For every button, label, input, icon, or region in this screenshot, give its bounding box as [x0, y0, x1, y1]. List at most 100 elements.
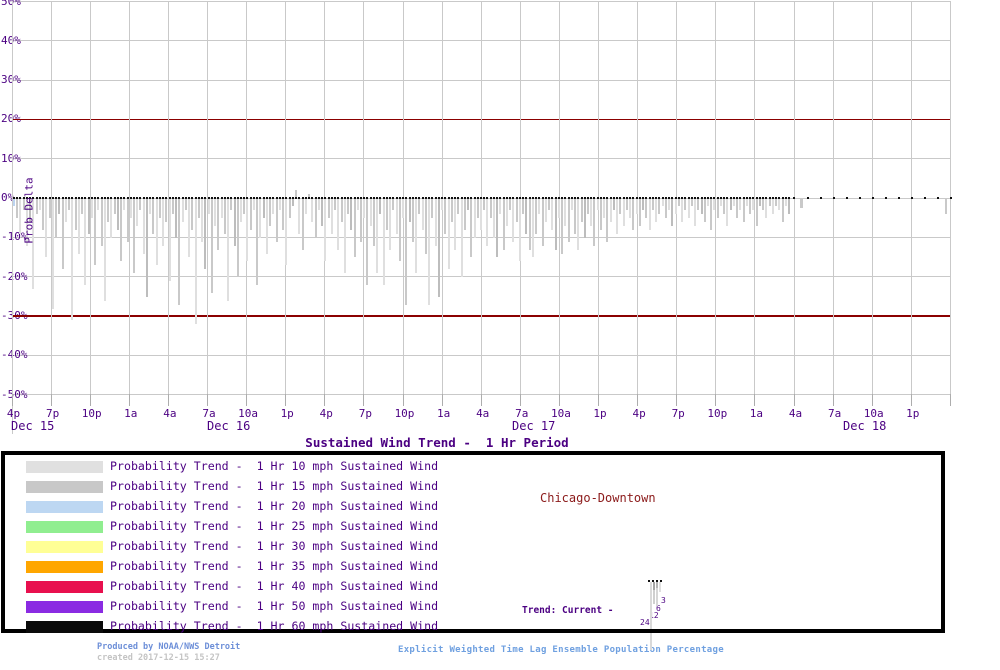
x-tick-label: 10p	[81, 407, 102, 420]
zero-line-dash	[788, 196, 791, 199]
zero-line-dash	[655, 196, 658, 199]
footer-produced-by: Produced by NOAA/NWS Detroit	[97, 642, 241, 652]
zero-line-dash	[84, 196, 87, 199]
zero-line-dash	[479, 196, 482, 199]
zero-line-dash	[220, 196, 223, 199]
zero-line-dash	[512, 196, 515, 199]
zero-line-dash	[285, 196, 288, 199]
zero-line-dash	[411, 196, 414, 199]
x-tick-mark	[949, 394, 951, 406]
zero-line-dash	[51, 196, 54, 199]
zero-line-dash	[437, 196, 440, 199]
prob-delta-bar	[587, 198, 589, 215]
zero-line-dash	[496, 196, 499, 199]
zero-line-dash	[278, 196, 281, 199]
zero-line-dash	[107, 196, 110, 199]
prob-delta-bar	[207, 198, 210, 215]
prob-delta-bar	[616, 198, 619, 234]
zero-line-dash	[236, 196, 239, 199]
x-date-label: Dec 16	[207, 419, 251, 433]
zero-line-dash	[758, 196, 761, 199]
legend-swatch	[26, 481, 103, 493]
zero-line-dash	[265, 196, 268, 199]
zero-line-dash	[340, 196, 343, 199]
prob-delta-bar	[314, 198, 317, 238]
prob-delta-bar	[583, 198, 586, 238]
legend-swatch	[26, 601, 103, 613]
prob-delta-bar	[567, 198, 570, 242]
prob-delta-bar	[729, 198, 732, 211]
prob-delta-bar	[739, 198, 742, 211]
prob-delta-bar	[603, 198, 606, 219]
prob-delta-bar	[765, 198, 768, 219]
y-axis-label: Prob Delta	[22, 177, 36, 244]
prob-delta-bar	[223, 198, 226, 234]
zero-line-dash	[395, 196, 398, 199]
prob-delta-bar	[16, 198, 19, 219]
chart-title: Sustained Wind Trend - 1 Hr Period	[305, 435, 569, 450]
zero-line-dash	[372, 196, 375, 199]
prob-delta-bar	[752, 198, 755, 211]
prob-delta-bar	[551, 198, 554, 230]
zero-line-dash	[593, 196, 596, 199]
prob-delta-bar	[210, 198, 213, 293]
zero-line-dash	[152, 196, 155, 199]
x-tick-mark	[910, 394, 912, 406]
zero-line-dash	[42, 196, 45, 199]
zero-line-dash	[661, 196, 664, 199]
prob-delta-bar	[48, 198, 51, 219]
x-tick-mark	[715, 394, 717, 406]
prob-delta-bar	[113, 198, 116, 215]
x-tick-label: 10p	[394, 407, 415, 420]
zero-line-dash	[214, 196, 217, 199]
zero-line-dash	[923, 196, 926, 199]
prob-delta-bar	[531, 198, 534, 258]
x-tick-label: 4a	[788, 407, 803, 420]
prob-delta-bar	[392, 198, 395, 211]
prob-delta-bar	[275, 198, 278, 242]
zero-line-dash	[100, 196, 103, 199]
prob-delta-bar	[518, 198, 521, 262]
zero-line-dash	[531, 196, 534, 199]
prob-delta-bar	[470, 198, 473, 258]
prob-delta-bar	[655, 198, 658, 223]
zero-line-dash	[548, 196, 551, 199]
zero-line-dash	[171, 196, 174, 199]
zero-line-dash	[664, 196, 667, 199]
prob-delta-bar	[330, 198, 333, 234]
x-date-label: Dec 15	[11, 419, 55, 433]
zero-line-dash	[949, 196, 952, 199]
prob-delta-bar	[638, 198, 641, 226]
prob-delta-bar	[625, 198, 628, 211]
legend-swatch	[26, 561, 103, 573]
prob-delta-bar	[716, 198, 719, 219]
zero-line-dash	[71, 196, 74, 199]
x-tick-label: 1a	[436, 407, 451, 420]
prob-delta-bar	[431, 198, 434, 219]
zero-line-dash	[476, 196, 479, 199]
zero-line-dash	[793, 196, 796, 199]
zero-line-dash	[684, 196, 687, 199]
zero-line-dash	[457, 196, 460, 199]
zero-line-dash	[233, 196, 236, 199]
zero-line-dash	[765, 196, 768, 199]
prob-delta-bar	[479, 198, 482, 230]
prob-delta-bar	[619, 198, 622, 215]
legend-swatch	[26, 581, 103, 593]
prob-delta-bar	[74, 198, 77, 230]
zero-line-dash	[492, 196, 495, 199]
zero-line-dash	[103, 196, 106, 199]
zero-line-dash	[473, 196, 476, 199]
zero-line-dash	[249, 196, 252, 199]
zero-line-dash	[295, 196, 298, 199]
zero-line-dash	[321, 196, 324, 199]
prob-delta-bar	[353, 198, 356, 258]
zero-line-dash	[784, 196, 787, 199]
x-tick-label: 1p	[280, 407, 294, 420]
prob-delta-bar	[188, 198, 191, 258]
prob-delta-bar	[13, 198, 15, 207]
prob-delta-bar	[632, 198, 635, 230]
zero-line-dash	[645, 196, 648, 199]
prob-delta-bar	[382, 198, 385, 285]
prob-delta-bar	[664, 198, 667, 219]
